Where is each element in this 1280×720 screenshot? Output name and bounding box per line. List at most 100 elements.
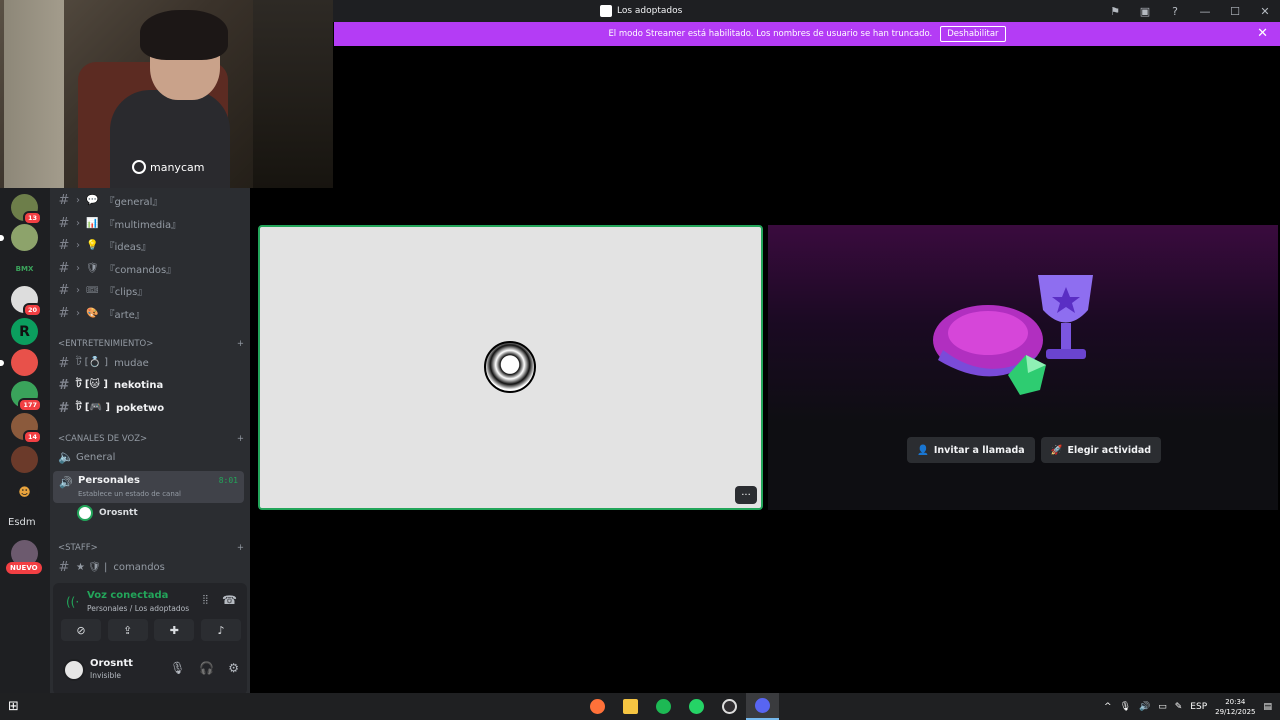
- category-label: <ENTRETENIMIENTO>: [58, 339, 154, 349]
- channel-multimedia[interactable]: # › 📊 『multimedia』: [58, 213, 244, 233]
- obs-icon[interactable]: [713, 693, 746, 720]
- channel-name: 『clips』: [104, 286, 148, 298]
- voice-participant[interactable]: Orosntt: [77, 505, 138, 521]
- channel-name: mudae: [114, 357, 149, 369]
- clock[interactable]: 20:34 29/12/2025: [1215, 697, 1255, 717]
- channel-emoji: 🎨: [86, 307, 99, 319]
- chevron-up-icon[interactable]: ^: [1104, 702, 1112, 712]
- channel-name: 『general』: [104, 196, 163, 208]
- voice-location[interactable]: Personales / Los adoptados: [87, 604, 189, 613]
- add-channel-icon[interactable]: +: [237, 339, 244, 349]
- server-item[interactable]: [0, 349, 38, 376]
- discord-icon[interactable]: ☻: [11, 478, 38, 505]
- add-channel-icon[interactable]: +: [237, 543, 244, 553]
- server-item[interactable]: R: [11, 318, 38, 345]
- server-item[interactable]: 20: [11, 286, 42, 317]
- help-icon[interactable]: ?: [1160, 0, 1190, 22]
- hash-icon: #: [58, 559, 70, 575]
- server-item[interactable]: 14: [11, 413, 42, 444]
- channel-emoji: 🛡: [86, 262, 99, 274]
- hash-icon: #: [58, 237, 70, 253]
- server-item[interactable]: [0, 224, 38, 251]
- firefox-icon[interactable]: [581, 693, 614, 720]
- channel-staff-comandos[interactable]: # ★ 🛡 | comandos: [58, 557, 244, 577]
- voice-channel-personales[interactable]: 🔊 Personales Establece un estado de cana…: [53, 471, 244, 503]
- disconnect-icon[interactable]: ☎: [222, 593, 237, 608]
- maximize-icon[interactable]: ☐: [1220, 0, 1250, 22]
- channel-name: Personales: [78, 475, 140, 486]
- category-staff[interactable]: <STAFF> +: [58, 541, 244, 555]
- windows-taskbar: ⊞ ^ 🎙 🔊 ▭ ✎ ESP 20:34 29/12/2025 ▤: [0, 693, 1280, 720]
- choose-activity-button[interactable]: 🚀 Elegir actividad: [1040, 437, 1162, 463]
- file-explorer-icon[interactable]: [614, 693, 647, 720]
- channel-name: 『arte』: [104, 309, 145, 321]
- unread-badge: 14: [22, 430, 42, 444]
- headphones-icon[interactable]: 🎧: [199, 661, 214, 675]
- system-tray: ^ 🎙 🔊 ▭ ✎ ESP 20:34 29/12/2025 ▤: [1104, 693, 1272, 720]
- voice-channel-general[interactable]: 🔈 General: [58, 447, 244, 467]
- channel-general[interactable]: # › 💬 『general』: [58, 190, 244, 210]
- channel-mudae[interactable]: # ট [💍 ] mudae: [58, 353, 244, 373]
- share-screen-button[interactable]: ⇪: [107, 619, 148, 641]
- activity-tile: 👤 Invitar a llamada 🚀 Elegir actividad: [768, 225, 1278, 510]
- banner-close-icon[interactable]: ✕: [1257, 26, 1268, 41]
- title-bar-controls: ⚑ ▣ ? — ☐ ✕: [1100, 0, 1280, 22]
- category-canales-de-voz[interactable]: <CANALES DE VOZ> +: [58, 432, 244, 446]
- channel-arte[interactable]: # › 🎨 『arte』: [58, 303, 244, 323]
- server-item[interactable]: 13: [11, 194, 42, 225]
- activities-icon: ✚: [169, 623, 179, 637]
- server-item-esdm[interactable]: Esdm: [8, 517, 36, 528]
- whatsapp-icon[interactable]: [680, 693, 713, 720]
- invite-to-call-button[interactable]: 👤 Invitar a llamada: [907, 437, 1035, 463]
- category-entretenimiento[interactable]: <ENTRETENIMIENTO> +: [58, 337, 244, 351]
- rocket-icon: 🚀: [1050, 444, 1063, 456]
- language-indicator[interactable]: ESP: [1190, 702, 1207, 712]
- soundboard-button[interactable]: ♪: [200, 619, 241, 641]
- channel-comandos[interactable]: # › 🛡 『comandos』: [58, 258, 244, 278]
- voice-status-title[interactable]: Voz conectada: [87, 590, 168, 601]
- screen-share-icon[interactable]: ▣: [1130, 0, 1160, 22]
- add-channel-icon[interactable]: +: [237, 434, 244, 444]
- pen-icon[interactable]: ✎: [1175, 702, 1183, 712]
- channel-emoji: 💡: [86, 239, 99, 251]
- discord-taskbar-icon[interactable]: [746, 693, 779, 720]
- windows-start-icon[interactable]: ⊞: [8, 699, 19, 714]
- activities-button[interactable]: ✚: [154, 619, 195, 641]
- spotify-icon[interactable]: [647, 693, 680, 720]
- participant-avatar: [484, 341, 536, 393]
- close-icon[interactable]: ✕: [1250, 0, 1280, 22]
- settings-gear-icon[interactable]: ⚙: [228, 661, 239, 675]
- microphone-icon[interactable]: 🎙: [1120, 702, 1131, 712]
- inbox-flag-icon[interactable]: ⚑: [1100, 0, 1130, 22]
- channel-poketwo[interactable]: # ট [🎮 ] poketwo: [58, 398, 244, 418]
- participant-tile[interactable]: ···: [258, 225, 763, 510]
- new-badge: NUEVO: [6, 562, 42, 574]
- channel-clips[interactable]: # › 🎟 『clips』: [58, 280, 244, 300]
- more-options-icon[interactable]: ···: [735, 486, 757, 504]
- hash-icon: #: [58, 215, 70, 231]
- camera-off-button[interactable]: ⊘: [61, 619, 101, 641]
- channel-nekotina[interactable]: # ট [🐱 ] nekotina: [58, 375, 244, 395]
- channel-ideas[interactable]: # › 💡 『ideas』: [58, 235, 244, 255]
- channel-status-prompt[interactable]: Establece un estado de canal: [78, 490, 181, 498]
- volume-icon[interactable]: 🔊: [1139, 702, 1150, 712]
- notifications-icon[interactable]: ▤: [1263, 702, 1272, 712]
- server-item[interactable]: 177: [11, 381, 42, 412]
- clock-time: 20:34: [1225, 697, 1246, 706]
- unread-badge: 13: [22, 211, 42, 225]
- minimize-icon[interactable]: —: [1190, 0, 1220, 22]
- server-item-bmx-nerds[interactable]: BMX: [11, 255, 38, 282]
- username[interactable]: Orosntt: [90, 658, 133, 669]
- noise-suppression-icon[interactable]: ⦙⦙: [203, 593, 208, 608]
- network-icon[interactable]: ▭: [1158, 702, 1167, 712]
- disable-streamer-button[interactable]: Deshabilitar: [940, 26, 1006, 42]
- channel-prefix: ★ 🛡 |: [76, 561, 108, 573]
- clock-date: 29/12/2025: [1215, 707, 1256, 716]
- signal-icon: ((·: [66, 595, 80, 609]
- avatar[interactable]: [63, 659, 85, 681]
- discord-window: Los adoptados ⚑ ▣ ? — ☐ ✕ El modo Stream…: [0, 0, 1280, 720]
- server-item[interactable]: [11, 446, 38, 473]
- channel-emoji: 🎟: [86, 284, 99, 296]
- channel-emoji: 💬: [86, 194, 99, 206]
- microphone-icon[interactable]: 🎙: [170, 661, 185, 675]
